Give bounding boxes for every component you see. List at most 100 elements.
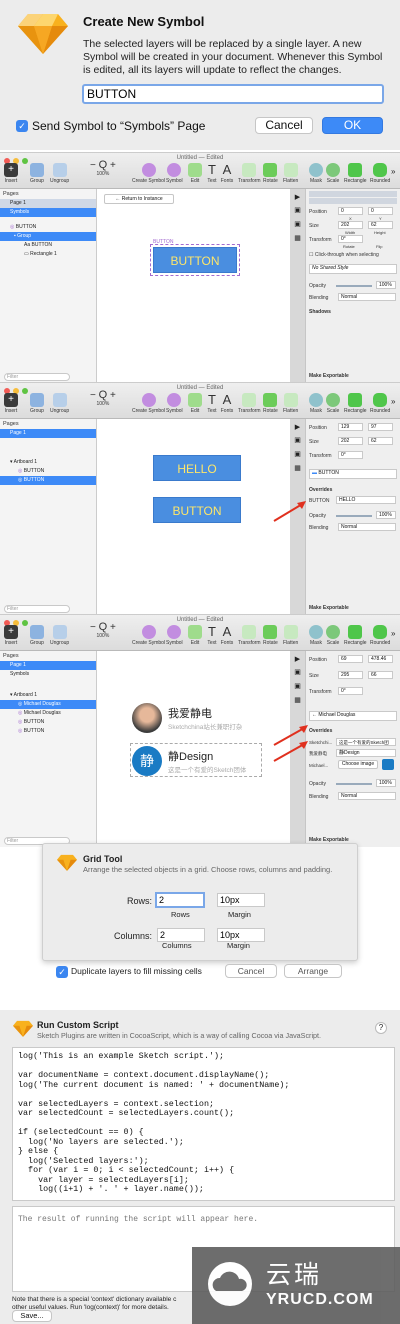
symbol-button[interactable]: Symbol (166, 163, 183, 184)
pos-y-input[interactable]: 0 (368, 207, 393, 215)
layer-michael-1[interactable]: ◎ Michael Douglas (0, 700, 96, 709)
opacity-slider[interactable] (336, 515, 372, 517)
filter-input[interactable]: Filter (4, 373, 70, 381)
grid-cancel-button[interactable]: Cancel (225, 964, 277, 978)
send-to-symbols-checkbox[interactable]: ✓ (16, 120, 28, 132)
create-symbol-button[interactable]: Create Symbol (132, 393, 165, 414)
layer-button-2[interactable]: ◎ BUTTON (0, 476, 96, 485)
scale-button[interactable]: Scale (326, 625, 340, 646)
more-icon[interactable]: » (391, 397, 395, 406)
fonts-button[interactable]: A Fonts (220, 393, 234, 415)
filter-input[interactable]: Filter (4, 605, 70, 613)
grid-icon[interactable]: ▦ (290, 696, 305, 710)
blending-select[interactable]: Normal (338, 792, 396, 800)
opacity-input[interactable]: 100% (376, 281, 396, 289)
rounded-button[interactable]: Rounded (370, 625, 390, 646)
canvas[interactable]: ← Return to Instance BUTTON BUTTON (98, 189, 289, 383)
height-input[interactable]: 62 (368, 221, 393, 229)
rotate-button[interactable]: Rotate (263, 625, 278, 646)
ungroup-button[interactable]: Ungroup (50, 163, 69, 184)
button-instance[interactable]: BUTTON (153, 497, 241, 523)
columns-margin-input[interactable] (217, 928, 265, 942)
transform-button[interactable]: Transform (238, 393, 261, 414)
shared-style-select[interactable]: No Shared Style (309, 264, 397, 274)
layer-text-button[interactable]: Aa BUTTON (0, 241, 96, 250)
align-bar[interactable] (309, 191, 397, 197)
layer-button-1[interactable]: ◎ BUTTON (0, 467, 96, 476)
person-icon[interactable]: ▣ (290, 206, 305, 220)
zoom-control[interactable]: − Q +100% (90, 159, 116, 177)
fonts-button[interactable]: A Fonts (220, 163, 234, 185)
pos-y-input[interactable]: 97 (368, 423, 393, 431)
ungroup-button[interactable]: Ungroup (50, 393, 69, 414)
forward-icon[interactable]: ▶ (290, 423, 305, 436)
layer-rectangle[interactable]: ▭ Rectangle 1 (0, 250, 96, 259)
insert-button[interactable]: + Insert (4, 163, 18, 184)
shadows-header[interactable]: Shadows (309, 309, 331, 315)
flatten-button[interactable]: Flatten (283, 625, 298, 646)
width-input[interactable]: 295 (338, 671, 363, 679)
page-item-symbols[interactable]: Symbols (0, 670, 96, 679)
insert-button[interactable]: + Insert (4, 625, 18, 646)
canvas[interactable]: HELLO BUTTON (98, 419, 289, 615)
person-icon[interactable]: ▣ (290, 668, 305, 682)
columns-input[interactable] (157, 928, 205, 942)
rectangle-button[interactable]: Rectangle (344, 163, 367, 184)
layer-artboard[interactable]: ▾ Artboard 1 (0, 458, 96, 467)
layer-button-2[interactable]: ◎ BUTTON (0, 727, 96, 736)
group-button[interactable]: Group (30, 393, 44, 414)
override2-input[interactable]: 静Design (336, 749, 396, 757)
symbol-button[interactable]: Symbol (166, 625, 183, 646)
transform-button[interactable]: Transform (238, 163, 261, 184)
forward-icon[interactable]: ▶ (290, 193, 305, 206)
override1-input[interactable]: 这是一个有爱的Sketch团 (336, 738, 396, 746)
text-button[interactable]: T Text (205, 625, 219, 647)
blending-select[interactable]: Normal (338, 293, 396, 301)
layer-button-1[interactable]: ◎ BUTTON (0, 718, 96, 727)
image-icon[interactable]: ▣ (290, 450, 305, 464)
opacity-input[interactable]: 100% (376, 779, 396, 787)
transform-button[interactable]: Transform (238, 625, 261, 646)
create-symbol-button[interactable]: Create Symbol (132, 625, 165, 646)
choose-image-button[interactable]: Choose image (338, 760, 378, 769)
blending-select[interactable]: Normal (338, 523, 396, 531)
opacity-slider[interactable] (336, 285, 372, 287)
mask-button[interactable]: Mask (309, 625, 323, 646)
edit-button[interactable]: Edit (188, 163, 202, 184)
canvas[interactable]: 我爱静电 Sketchchina站长兼职打杂 静 静Design 这是一个有爱的… (98, 651, 289, 847)
symbol-select[interactable]: ▬ BUTTON (309, 469, 397, 479)
grid-icon[interactable]: ▦ (290, 464, 305, 478)
group-button[interactable]: Group (30, 625, 44, 646)
image-icon[interactable]: ▣ (290, 682, 305, 696)
more-icon[interactable]: » (391, 629, 395, 638)
page-item-page1[interactable]: Page 1 (0, 661, 96, 670)
flatten-button[interactable]: Flatten (283, 163, 298, 184)
duplicate-layers-checkbox[interactable]: ✓ (56, 966, 68, 978)
grid-icon[interactable]: ▦ (290, 234, 305, 248)
rows-margin-input[interactable] (217, 893, 265, 907)
symbol-select[interactable]: ← Michael Douglas (309, 711, 397, 721)
edit-button[interactable]: Edit (188, 625, 202, 646)
rotation-input[interactable]: 0° (338, 451, 363, 459)
layer-michael-2[interactable]: ◎ Michael Douglas (0, 709, 96, 718)
ok-button[interactable]: OK (322, 117, 383, 134)
zoom-control[interactable]: − Q +100% (90, 389, 116, 407)
more-icon[interactable]: » (391, 167, 395, 176)
hello-button-instance[interactable]: HELLO (153, 455, 241, 481)
text-button[interactable]: T Text (205, 163, 219, 185)
opacity-input[interactable]: 100% (376, 511, 396, 519)
arrange-button[interactable]: Arrange (284, 964, 342, 978)
pos-x-input[interactable]: 0 (338, 207, 363, 215)
return-to-instance-button[interactable]: ← Return to Instance (104, 194, 174, 204)
help-button[interactable]: ? (375, 1022, 387, 1034)
page-item-symbols[interactable]: Symbols (0, 208, 96, 217)
make-exportable[interactable]: Make Exportable (309, 373, 349, 379)
height-input[interactable]: 62 (368, 437, 393, 445)
rotation-input[interactable]: 0° (338, 235, 363, 243)
width-input[interactable]: 202 (338, 437, 363, 445)
symbol-button[interactable]: Symbol (166, 393, 183, 414)
person-icon[interactable]: ▣ (290, 436, 305, 450)
image-icon[interactable]: ▣ (290, 220, 305, 234)
layer-group[interactable]: ▪ Group (0, 232, 96, 241)
pos-x-input[interactable]: 69 (338, 655, 363, 663)
